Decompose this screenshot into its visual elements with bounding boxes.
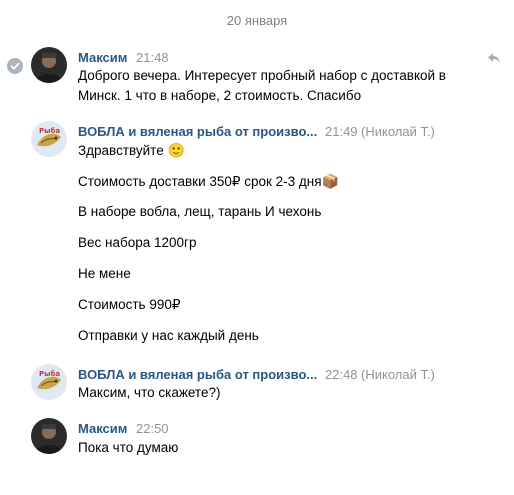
message-line: Не мене: [78, 266, 131, 281]
svg-text:Рыба: Рыба: [39, 370, 60, 378]
author-name[interactable]: Максим: [78, 421, 127, 436]
message-line: Стоимость 990₽: [78, 297, 181, 312]
message-time[interactable]: 21:49: [325, 124, 358, 139]
message-line: В наборе вобла, лещ, тарань И чехонь: [78, 204, 322, 219]
message-line: Отправки у нас каждый день: [78, 328, 259, 343]
message-line: Здравствуйте 🙂: [78, 142, 185, 158]
message-text: Доброго вечера. Интересует пробный набор…: [78, 68, 446, 103]
message-line: Стоимость доставки 350₽ срок 2-3 дня📦: [78, 173, 340, 189]
message-time[interactable]: 22:48: [325, 367, 358, 382]
read-check-icon[interactable]: [7, 58, 23, 74]
svg-text:Рыба: Рыба: [39, 127, 60, 135]
avatar[interactable]: [31, 47, 67, 83]
reply-icon[interactable]: [487, 51, 501, 63]
message-line: Максим, что скажете?): [78, 385, 221, 400]
message-time[interactable]: 21:48: [136, 50, 169, 65]
author-name[interactable]: Максим: [78, 50, 127, 65]
smile-emoji-icon: 🙂: [167, 142, 185, 158]
message-line: Пока что думаю: [78, 440, 179, 455]
avatar[interactable]: Рыба: [31, 364, 67, 400]
avatar[interactable]: Рыба: [31, 121, 67, 157]
date-separator: 20 января: [226, 13, 288, 28]
package-emoji-icon: 📦: [321, 173, 340, 189]
sender-name[interactable]: (Николай Т.): [361, 367, 435, 382]
author-name[interactable]: ВОБЛА и вяленая рыба от произво...: [78, 124, 317, 139]
author-name[interactable]: ВОБЛА и вяленая рыба от произво...: [78, 367, 317, 382]
message-time[interactable]: 22:50: [136, 421, 169, 436]
message-line: Вес набора 1200гр: [78, 235, 197, 250]
avatar[interactable]: [31, 418, 67, 454]
sender-name[interactable]: (Николай Т.): [361, 124, 435, 139]
